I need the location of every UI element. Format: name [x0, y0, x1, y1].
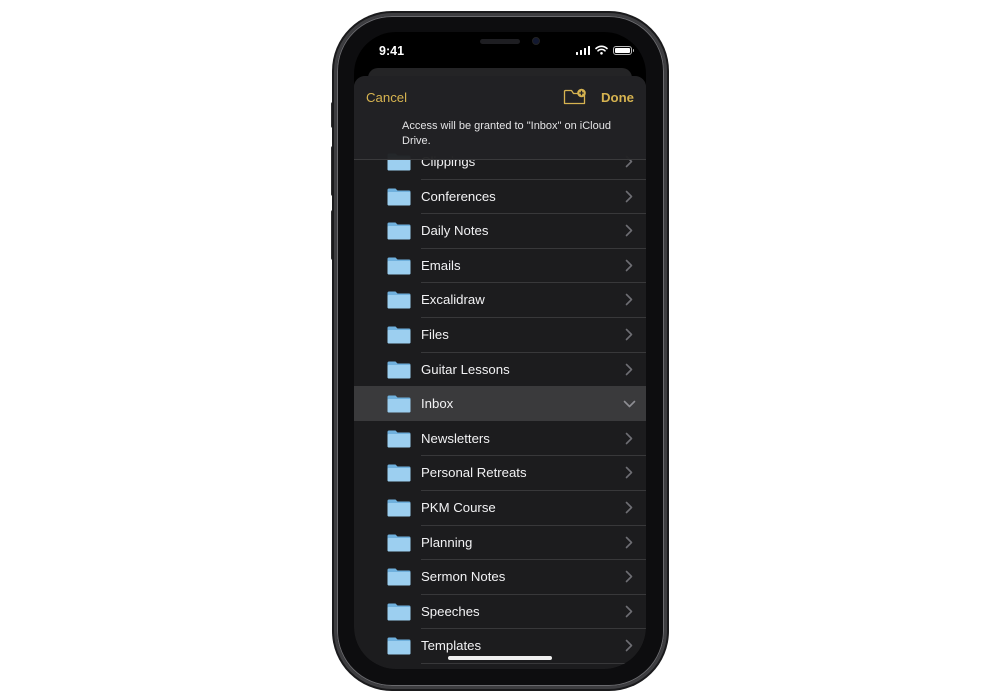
- front-camera: [532, 37, 540, 45]
- folder-icon: [387, 464, 411, 482]
- folder-picker-sheet: Clippings Conferences Daily Notes Emails Exc…: [354, 76, 646, 669]
- folder-row[interactable]: Planning: [354, 525, 646, 560]
- folder-row[interactable]: Daily Notes: [354, 213, 646, 249]
- chevron-right-icon[interactable]: [625, 536, 633, 549]
- folder-icon: [387, 291, 411, 309]
- folder-icon: [387, 637, 411, 655]
- cellular-signal-icon: [575, 45, 590, 55]
- folder-icon: [387, 499, 411, 517]
- picker-header: Cancel Done Access will be granted to "I…: [354, 76, 646, 160]
- status-time: 9:41: [379, 44, 405, 58]
- folder-row[interactable]: PKM Course: [354, 490, 646, 525]
- folder-label: Newsletters: [421, 430, 490, 446]
- folder-icon: [387, 188, 411, 206]
- folder-icon: [387, 568, 411, 586]
- folder-label: Personal Retreats: [421, 465, 527, 481]
- folder-row[interactable]: Speeches: [354, 594, 646, 629]
- folder-label: Planning: [421, 534, 473, 550]
- chevron-right-icon[interactable]: [625, 190, 633, 203]
- folder-icon: [387, 326, 411, 344]
- chevron-right-icon[interactable]: [625, 639, 633, 652]
- folder-label: Sermon Notes: [421, 569, 506, 585]
- folder-label: Conferences: [421, 188, 496, 204]
- folder-row[interactable]: Sermon Notes: [354, 559, 646, 595]
- folder-label: Guitar Lessons: [421, 361, 510, 377]
- chevron-right-icon[interactable]: [625, 570, 633, 583]
- new-folder-icon[interactable]: [563, 87, 587, 106]
- folder-row[interactable]: Inbox: [354, 386, 646, 422]
- chevron-right-icon[interactable]: [625, 224, 633, 237]
- folder-label: Daily Notes: [421, 223, 489, 239]
- chevron-right-icon[interactable]: [625, 363, 633, 376]
- status-icons: [575, 45, 634, 55]
- chevron-right-icon[interactable]: [625, 605, 633, 618]
- row-divider: [421, 662, 646, 664]
- chevron-right-icon[interactable]: [625, 501, 633, 514]
- folder-icon: [387, 361, 411, 379]
- folder-icon: [387, 603, 411, 621]
- wifi-icon: [595, 45, 608, 55]
- folder-row[interactable]: Personal Retreats: [354, 455, 646, 491]
- folder-label: Inbox: [421, 396, 454, 412]
- folder-row[interactable]: Emails: [354, 248, 646, 283]
- folder-label: PKM Course: [421, 500, 496, 515]
- folder-label: Emails: [421, 257, 461, 273]
- chevron-right-icon[interactable]: [625, 293, 633, 306]
- cancel-button[interactable]: Cancel: [366, 90, 407, 105]
- folder-row[interactable]: Files: [354, 317, 646, 352]
- done-button[interactable]: Done: [601, 90, 634, 105]
- home-indicator[interactable]: [448, 656, 552, 660]
- access-prompt: Access will be granted to "Inbox" on iCl…: [402, 120, 611, 147]
- folder-row[interactable]: Newsletters: [354, 421, 646, 456]
- battery-icon: [613, 45, 634, 55]
- chevron-right-icon[interactable]: [625, 432, 633, 445]
- folder-label: Templates: [421, 638, 482, 654]
- folder-icon: [387, 395, 411, 413]
- chevron-right-icon[interactable]: [625, 466, 633, 479]
- folder-icon: [387, 534, 411, 552]
- folder-row[interactable]: Guitar Lessons: [354, 352, 646, 387]
- folder-label: Excalidraw: [421, 292, 485, 308]
- folder-row[interactable]: Conferences: [354, 179, 646, 214]
- folder-label: Speeches: [421, 603, 480, 619]
- folder-icon: [387, 430, 411, 448]
- speaker-grille: [480, 39, 520, 44]
- folder-icon: [387, 257, 411, 275]
- folder-list[interactable]: Clippings Conferences Daily Notes Emails Exc…: [354, 76, 646, 669]
- folder-row[interactable]: Excalidraw: [354, 282, 646, 318]
- phone-screen: 9:41 Clippings Conferences Daily Notes Emai…: [354, 32, 646, 669]
- chevron-right-icon[interactable]: [625, 328, 633, 341]
- folder-icon: [387, 222, 411, 240]
- chevron-down-icon[interactable]: [623, 400, 636, 408]
- chevron-right-icon[interactable]: [625, 259, 633, 272]
- folder-label: Files: [421, 327, 449, 342]
